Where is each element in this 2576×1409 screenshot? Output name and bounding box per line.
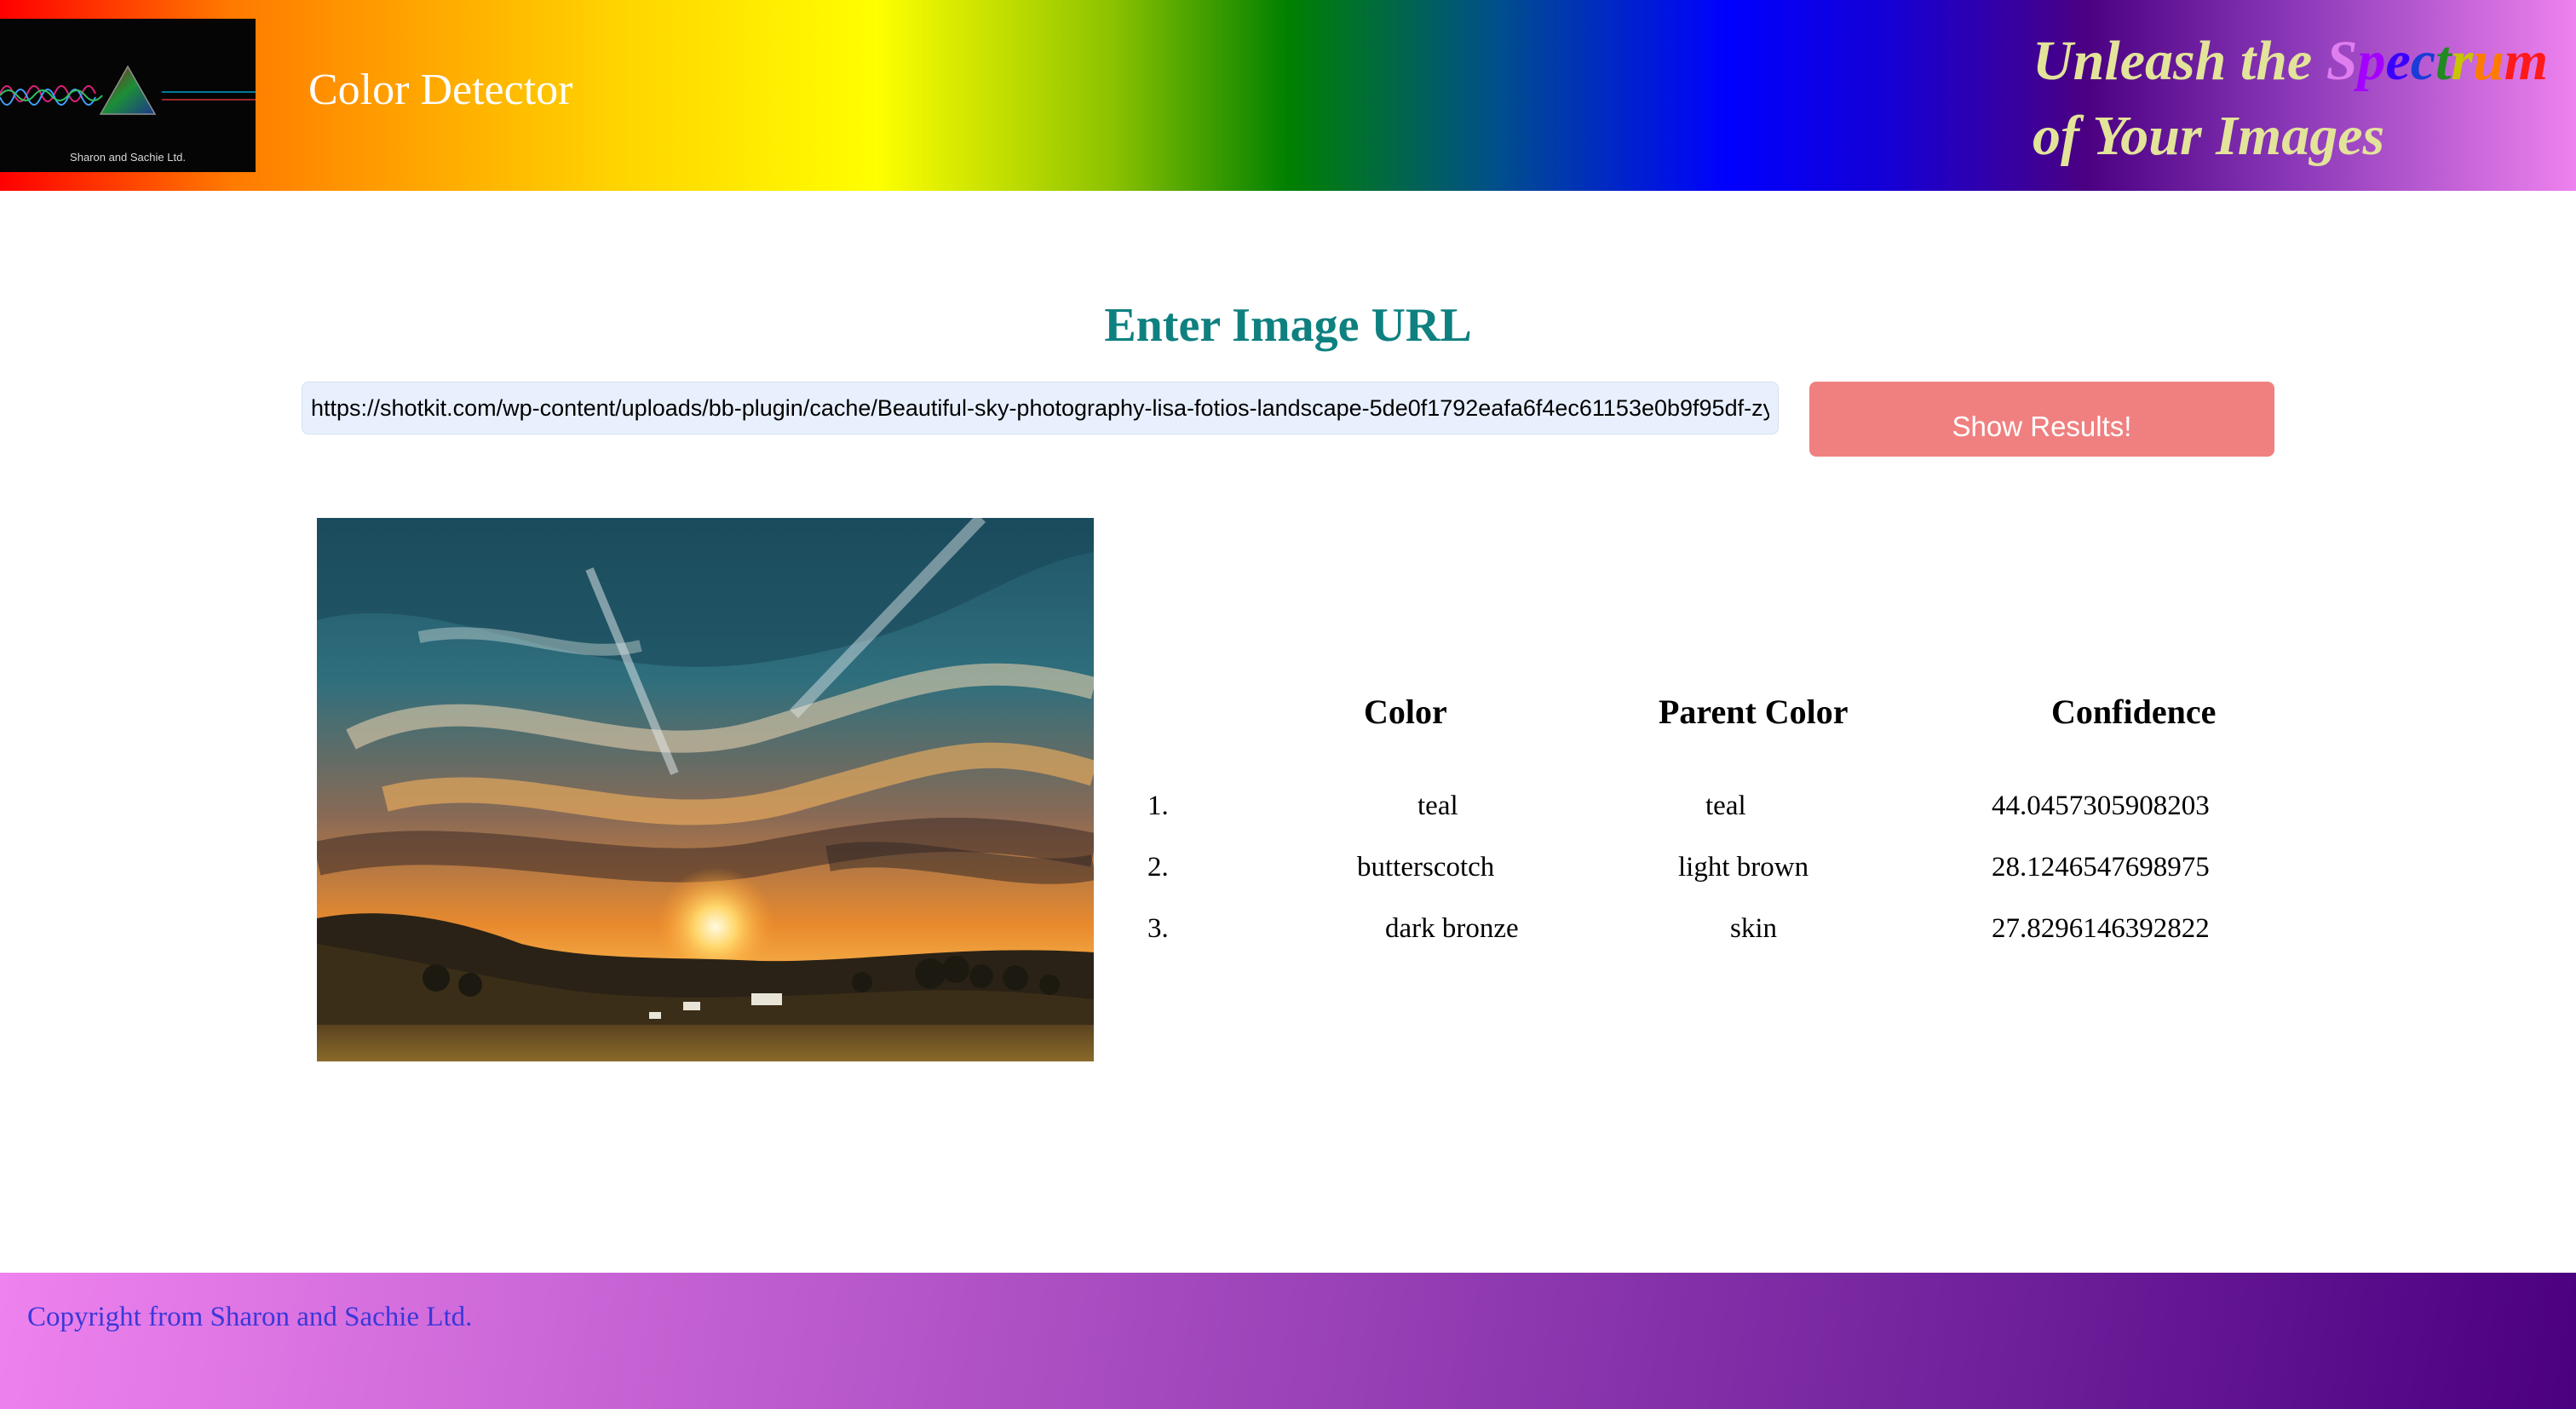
tagline-letter: S	[2326, 30, 2358, 92]
row-confidence: 27.8296146392822	[1992, 913, 2210, 944]
tagline-spectrum-word: Spectrum	[2326, 30, 2548, 92]
tagline-part1: Unleash the	[2033, 30, 2326, 92]
row-confidence: 28.1246547698975	[1992, 852, 2210, 883]
tagline-letter: t	[2435, 30, 2452, 92]
row-index: 3.	[1147, 913, 1169, 944]
row-parent-color: light brown	[1678, 852, 1809, 883]
app-footer: Copyright from Sharon and Sachie Ltd.	[0, 1273, 2576, 1409]
tagline-letter: m	[2504, 30, 2549, 92]
image-preview	[317, 518, 1094, 1061]
tagline-letter: e	[2385, 30, 2411, 92]
tagline-letter: u	[2473, 30, 2504, 92]
row-parent-color: skin	[1730, 913, 1778, 944]
row-color: butterscotch	[1357, 852, 1495, 883]
header-confidence: Confidence	[2051, 693, 2217, 731]
show-results-button[interactable]: Show Results!	[1809, 382, 2274, 457]
row-color: dark bronze	[1385, 913, 1519, 944]
header-parent-color: Parent Color	[1659, 693, 1849, 731]
tagline: Unleash the Spectrum of Your Images	[2033, 24, 2569, 174]
row-confidence: 44.0457305908203	[1992, 791, 2210, 821]
tagline-line2: of Your Images	[2033, 105, 2385, 167]
tagline-letter: p	[2357, 30, 2386, 92]
app-title: Color Detector	[308, 66, 573, 114]
row-parent-color: teal	[1705, 791, 1746, 821]
row-index: 1.	[1147, 791, 1169, 821]
sunset-landscape-image	[317, 518, 1094, 1061]
tagline-letter: c	[2410, 30, 2436, 92]
header-color: Color	[1364, 693, 1447, 731]
company-logo: Sharon and Sachie Ltd.	[0, 19, 256, 172]
row-index: 2.	[1147, 852, 1169, 883]
logo-caption: Sharon and Sachie Ltd.	[70, 151, 186, 164]
enter-url-heading: Enter Image URL	[1104, 299, 1472, 352]
copyright-text: Copyright from Sharon and Sachie Ltd.	[27, 1302, 473, 1332]
row-color: teal	[1417, 791, 1458, 821]
tagline-letter: r	[2451, 30, 2474, 92]
app-header: Sharon and Sachie Ltd. Color Detector Un…	[0, 0, 2576, 191]
image-url-input[interactable]	[302, 382, 1779, 434]
